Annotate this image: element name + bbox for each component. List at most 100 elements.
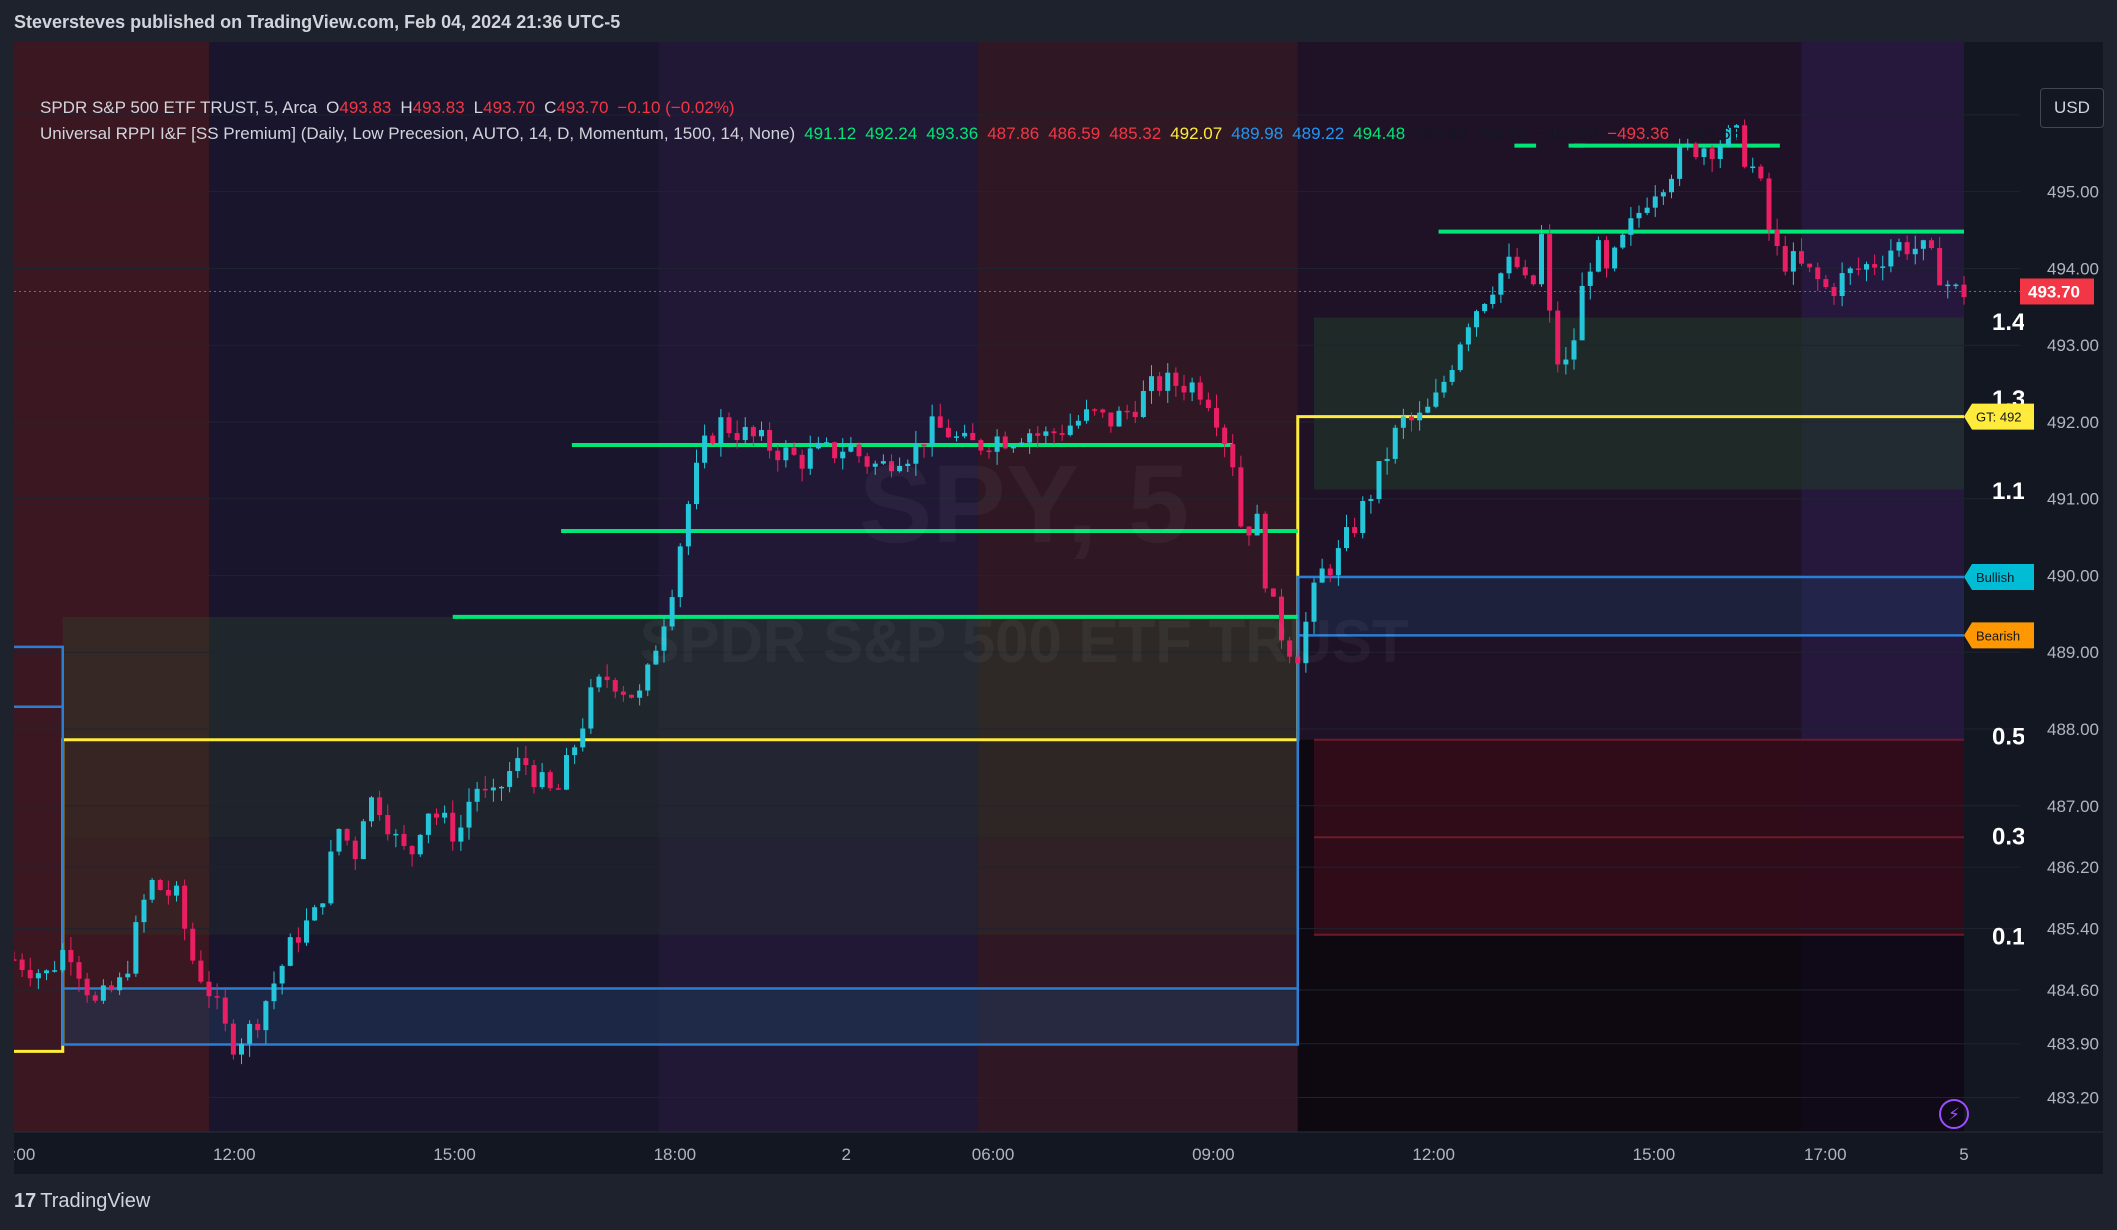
- candle-body: [458, 827, 464, 842]
- candle-body: [1823, 279, 1829, 288]
- candle-body: [1604, 240, 1609, 269]
- candle-body: [295, 937, 301, 943]
- indicator-value-4: 486.59: [1048, 124, 1101, 143]
- candle-body: [1864, 264, 1869, 270]
- candle-body: [1920, 240, 1926, 249]
- last-price-label: 493.70: [2028, 282, 2080, 301]
- candle-body: [409, 845, 415, 855]
- candle-body: [1449, 369, 1455, 382]
- candle-body: [1132, 411, 1138, 418]
- symbol-legend-row[interactable]: SPDR S&P 500 ETF TRUST, 5, Arca O 493.83 H 4…: [40, 95, 1758, 121]
- candle-body: [263, 1001, 269, 1031]
- candle-body: [604, 676, 610, 681]
- candle-body: [271, 983, 277, 1002]
- candle-body: [1360, 500, 1366, 534]
- candle-body: [1782, 246, 1788, 272]
- candle-body: [1872, 264, 1878, 268]
- candle-body: [840, 451, 846, 459]
- candle-body: [474, 788, 480, 802]
- day2-bull-bear-zone: [1314, 577, 1964, 636]
- candle-body: [222, 997, 228, 1024]
- candle-body: [304, 920, 309, 943]
- tradingview-logo[interactable]: 17 TradingView: [14, 1190, 150, 1213]
- candle-body: [1652, 196, 1658, 208]
- candle-body: [677, 546, 683, 598]
- candle-body: [515, 758, 521, 772]
- candle-body: [1400, 416, 1406, 428]
- chart-area[interactable]: SPY, 5SPDR S&P 500 ETF TRUST1.41.31.10.5…: [14, 42, 2104, 1174]
- legend-symbol-part-1: O: [326, 98, 340, 117]
- candle-body: [1937, 248, 1943, 286]
- y-tick-label: 483.90: [2047, 1035, 2099, 1054]
- candle-body: [1847, 268, 1853, 274]
- watermark-name: SPDR S&P 500 ETF TRUST: [639, 608, 1408, 675]
- candle-body: [637, 690, 643, 698]
- candle-body: [1214, 408, 1219, 428]
- candle-body: [1571, 340, 1577, 360]
- candle-body: [44, 970, 49, 974]
- candle-body: [1912, 248, 1918, 255]
- candle-body: [726, 417, 732, 434]
- candle-body: [1043, 431, 1049, 436]
- candle-body: [425, 813, 431, 835]
- y-tick-label: 485.40: [2047, 920, 2099, 939]
- side-label-0: 1.4: [1992, 309, 2026, 336]
- candle-body: [1498, 273, 1504, 295]
- candle-body: [157, 879, 163, 891]
- candle-body: [1766, 178, 1772, 230]
- indicator-name: Universal RPPI I&F [SS Premium] (Daily, …: [40, 124, 796, 143]
- x-tick-label: 17:00: [1804, 1145, 1847, 1164]
- candle-body: [824, 442, 829, 444]
- candle-body: [1595, 240, 1601, 272]
- indicator-values: 491.12 492.24 493.36 487.86 486.59 485.32 492.…: [804, 124, 1749, 143]
- candle-body: [499, 786, 504, 789]
- candle-body: [1425, 406, 1431, 413]
- candle-body: [531, 765, 537, 788]
- legend-symbol-part-0: SPDR S&P 500 ETF TRUST, 5, Arca: [40, 98, 318, 117]
- candle-body: [14, 959, 17, 961]
- candle-body: [60, 949, 66, 971]
- candle-body: [198, 960, 204, 982]
- candle-body: [1108, 412, 1114, 427]
- candle-body: [1620, 234, 1626, 248]
- candle-body: [1945, 284, 1951, 287]
- candle-body: [312, 907, 318, 921]
- candle-body: [1709, 148, 1715, 159]
- candle-body: [1839, 273, 1845, 297]
- legend-symbol-part-4: 493.83: [412, 98, 465, 117]
- candle-body: [1059, 433, 1065, 435]
- candle-body: [596, 676, 602, 688]
- candle-body: [206, 981, 212, 997]
- indicator-value-12: −492.09: [1536, 124, 1599, 143]
- legend-symbol-part-6: 493.70: [483, 98, 536, 117]
- indicator-value-8: 489.22: [1292, 124, 1345, 143]
- candle-body: [620, 691, 626, 695]
- indicator-value-5: 485.32: [1109, 124, 1162, 143]
- candle-body: [572, 747, 578, 756]
- candle-body: [320, 903, 326, 908]
- level-marker-label-2: Bearish: [1976, 628, 2020, 643]
- candle-body: [1758, 166, 1764, 179]
- y-tick-label: 492.00: [2047, 413, 2099, 432]
- candle-body: [1799, 251, 1804, 264]
- session-band-1: [209, 42, 659, 1132]
- candle-body: [1506, 256, 1512, 274]
- candle-body: [239, 1043, 244, 1055]
- y-tick-label: 494.00: [2047, 259, 2099, 278]
- legend-symbol-part-3: H: [400, 98, 413, 117]
- currency-button[interactable]: USD: [2040, 88, 2104, 128]
- indicator-legend-row[interactable]: Universal RPPI I&F [SS Premium] (Daily, …: [40, 121, 1758, 147]
- candle-body: [1563, 359, 1569, 365]
- candle-body: [1701, 148, 1707, 158]
- price-chart[interactable]: SPY, 5SPDR S&P 500 ETF TRUST1.41.31.10.5…: [14, 42, 2103, 1174]
- candle-body: [962, 432, 968, 437]
- candle-body: [214, 996, 220, 998]
- candle-body: [109, 985, 114, 991]
- candle-body: [1482, 303, 1488, 312]
- day1-zone-1: [62, 739, 1298, 838]
- publish-info: Steversteves published on TradingView.co…: [14, 12, 621, 32]
- level-marker-label-1: Bullish: [1976, 570, 2014, 585]
- x-tick-label: 06:00: [972, 1145, 1015, 1164]
- candle-body: [336, 828, 342, 852]
- candle-body: [1953, 284, 1959, 287]
